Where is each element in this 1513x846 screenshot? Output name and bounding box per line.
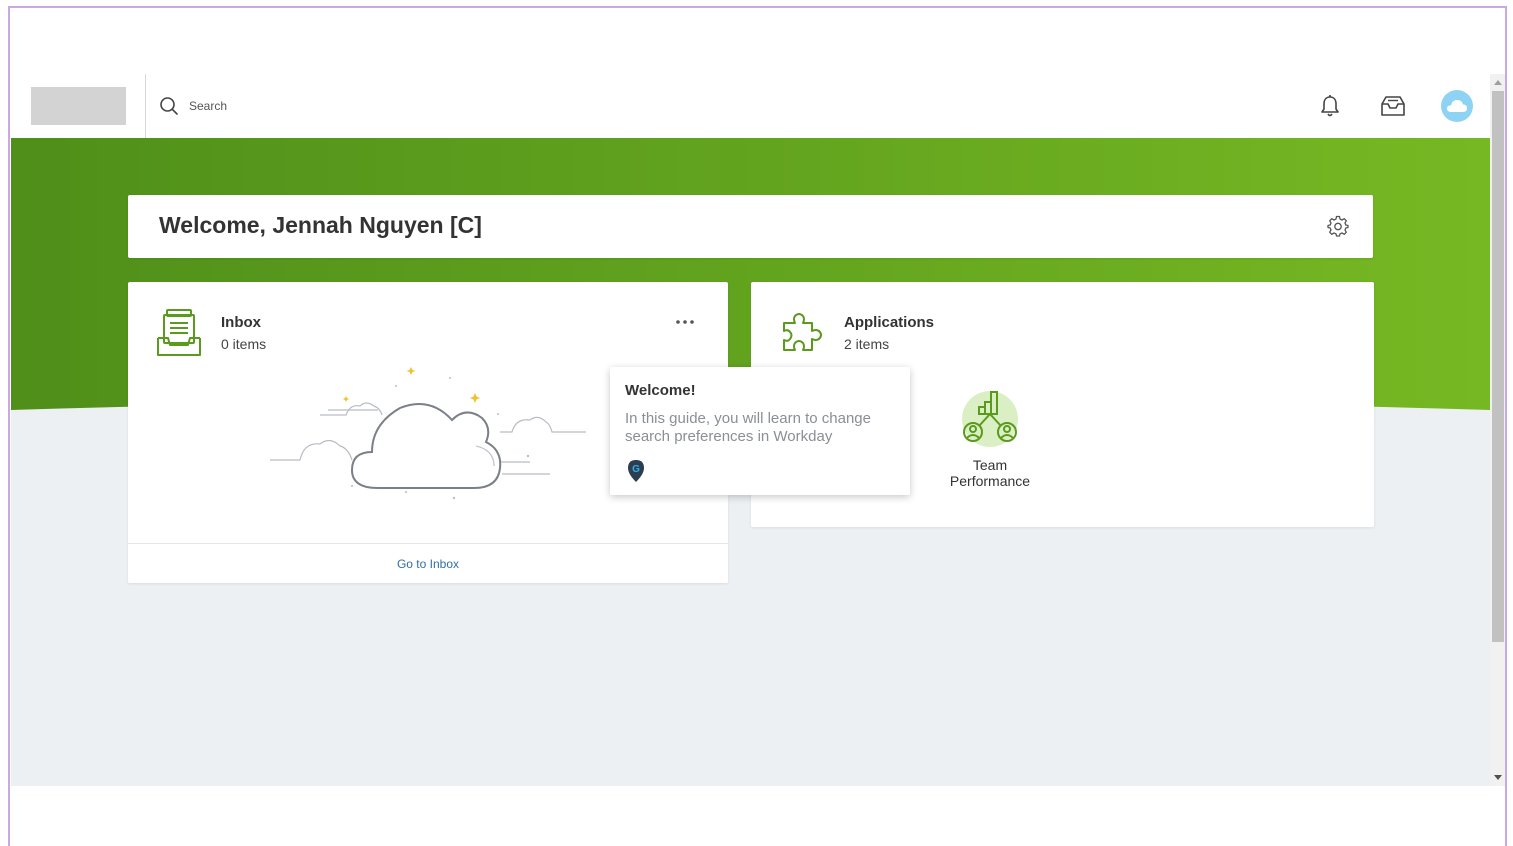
- go-to-inbox-link[interactable]: Go to Inbox: [397, 557, 459, 571]
- welcome-title: Welcome, Jennah Nguyen [C]: [159, 212, 482, 238]
- scroll-thumb[interactable]: [1492, 91, 1504, 642]
- scroll-up-arrow[interactable]: [1494, 80, 1502, 85]
- search-icon: [160, 97, 178, 115]
- settings-button[interactable]: [1327, 215, 1349, 237]
- more-dots-icon: [676, 320, 694, 324]
- guide-tooltip[interactable]: Welcome! In this guide, you will learn t…: [610, 367, 910, 495]
- app-tile-label-line1: Team: [972, 457, 1008, 473]
- inbox-button[interactable]: [1377, 90, 1409, 122]
- app-tile-label-line2: Performance: [949, 473, 1031, 489]
- app-tile-team-performance[interactable]: Team Performance: [927, 386, 1053, 489]
- company-logo[interactable]: [31, 87, 126, 125]
- cloud-avatar-icon: [1447, 100, 1467, 112]
- user-avatar[interactable]: [1441, 90, 1473, 122]
- inbox-more-button[interactable]: [670, 312, 700, 332]
- applications-title: Applications: [844, 314, 935, 331]
- workday-app: Search Welcome, Jennah Nguyen [C] Inbox …: [11, 74, 1490, 786]
- guide-pin-icon: G: [628, 460, 644, 482]
- page-scrollbar[interactable]: [1490, 74, 1505, 786]
- puzzle-icon: [783, 313, 822, 351]
- guide-title: Welcome!: [625, 382, 696, 399]
- inbox-document-icon: [157, 309, 201, 356]
- search-input[interactable]: Search: [189, 99, 227, 113]
- inbox-count: 0 items: [221, 336, 267, 352]
- welcome-card: Welcome, Jennah Nguyen [C]: [128, 195, 1373, 258]
- applications-count: 2 items: [844, 336, 890, 352]
- team-performance-icon: [962, 391, 1018, 447]
- inbox-title: Inbox: [221, 314, 261, 331]
- inbox-footer: Go to Inbox: [128, 543, 728, 583]
- bell-icon: [1321, 95, 1339, 117]
- svg-text:G: G: [632, 464, 640, 475]
- search-box[interactable]: Search: [159, 94, 227, 118]
- browser-frame: Search Welcome, Jennah Nguyen [C] Inbox …: [8, 6, 1507, 846]
- guide-body: In this guide, you will learn to change …: [625, 410, 871, 445]
- top-bar: Search: [11, 74, 1490, 138]
- inbox-tray-icon: [1381, 96, 1405, 116]
- top-bar-divider: [145, 74, 146, 138]
- scroll-down-arrow[interactable]: [1494, 775, 1502, 780]
- notifications-button[interactable]: [1314, 90, 1346, 122]
- gear-icon: [1327, 215, 1349, 237]
- empty-inbox-cloud-illustration: [270, 367, 586, 500]
